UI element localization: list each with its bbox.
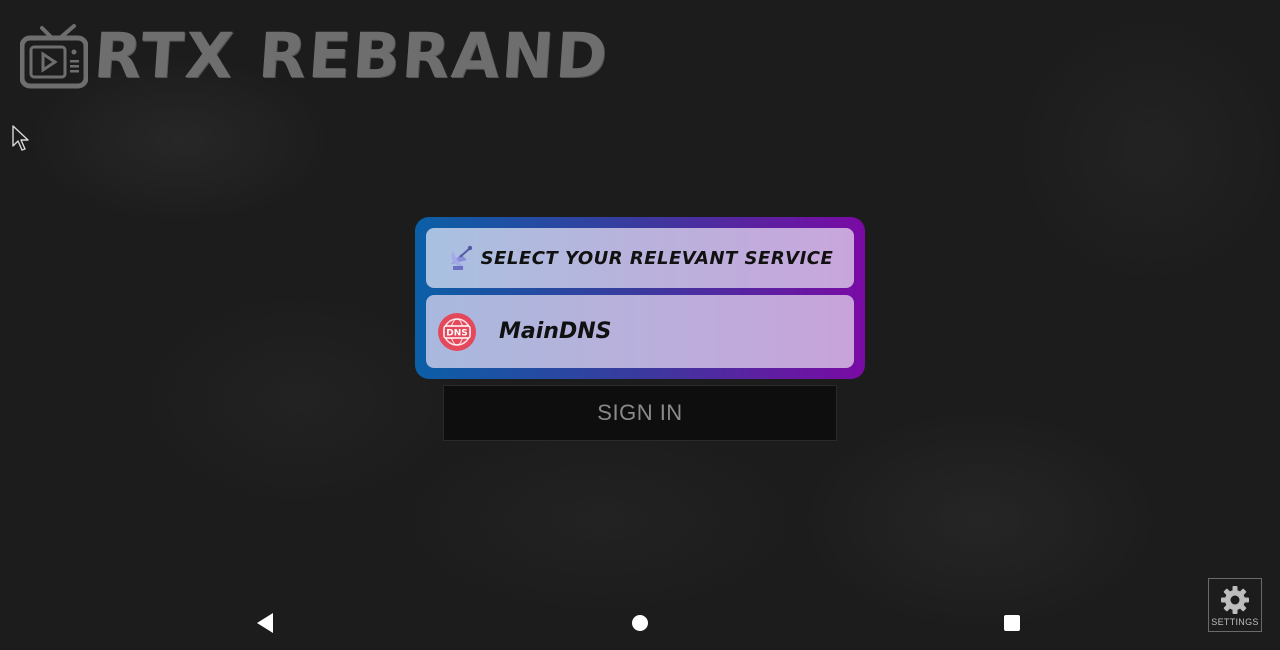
logo-title: RTX REBRAND bbox=[91, 19, 612, 92]
back-triangle-icon[interactable] bbox=[255, 612, 275, 634]
settings-label: SETTINGS bbox=[1211, 616, 1259, 627]
satellite-dish-icon bbox=[450, 245, 472, 270]
settings-button[interactable]: SETTINGS bbox=[1208, 578, 1262, 632]
app-logo: RTX REBRAND bbox=[20, 19, 612, 92]
recents-square-icon[interactable] bbox=[1004, 615, 1020, 631]
login-screen: RTX REBRAND SELECT YOUR RELEVANT SERVICE bbox=[0, 0, 1280, 650]
tv-logo-icon bbox=[20, 24, 88, 89]
sign-in-button[interactable]: SIGN IN bbox=[443, 385, 837, 441]
svg-text:DNS: DNS bbox=[446, 328, 468, 338]
service-item-maindns[interactable]: DNS MainDNS bbox=[426, 295, 854, 368]
home-circle-icon[interactable] bbox=[632, 615, 648, 631]
mouse-cursor-icon bbox=[12, 125, 29, 151]
service-panel-title: SELECT YOUR RELEVANT SERVICE bbox=[480, 247, 834, 269]
dns-globe-icon: DNS bbox=[438, 312, 476, 351]
service-item-label: MainDNS bbox=[499, 319, 612, 344]
service-selection-panel: SELECT YOUR RELEVANT SERVICE DNS MainDNS bbox=[415, 217, 865, 379]
gear-icon bbox=[1221, 585, 1249, 614]
service-panel-header: SELECT YOUR RELEVANT SERVICE bbox=[426, 228, 854, 288]
